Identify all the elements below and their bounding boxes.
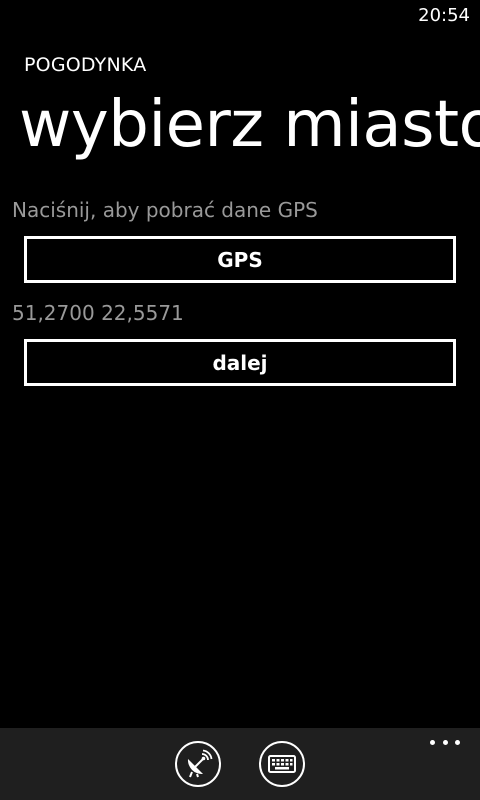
satellite-icon <box>183 749 213 779</box>
ellipsis-icon <box>430 739 460 745</box>
status-time: 20:54 <box>418 5 470 26</box>
more-options-button[interactable] <box>430 734 460 750</box>
coordinates-text: 51,2700 22,5571 <box>12 301 184 325</box>
next-button[interactable]: dalej <box>24 339 456 386</box>
satellite-app-bar-button[interactable] <box>175 741 221 787</box>
gps-hint-text: Naciśnij, aby pobrać dane GPS <box>12 198 318 222</box>
app-title: POGODYNKA <box>24 54 147 76</box>
gps-button[interactable]: GPS <box>24 236 456 283</box>
keyboard-icon <box>268 754 296 774</box>
keyboard-app-bar-button[interactable] <box>259 741 305 787</box>
app-bar <box>0 728 480 800</box>
status-bar: 20:54 <box>0 0 480 32</box>
page-title: wybierz miasto <box>19 88 480 162</box>
